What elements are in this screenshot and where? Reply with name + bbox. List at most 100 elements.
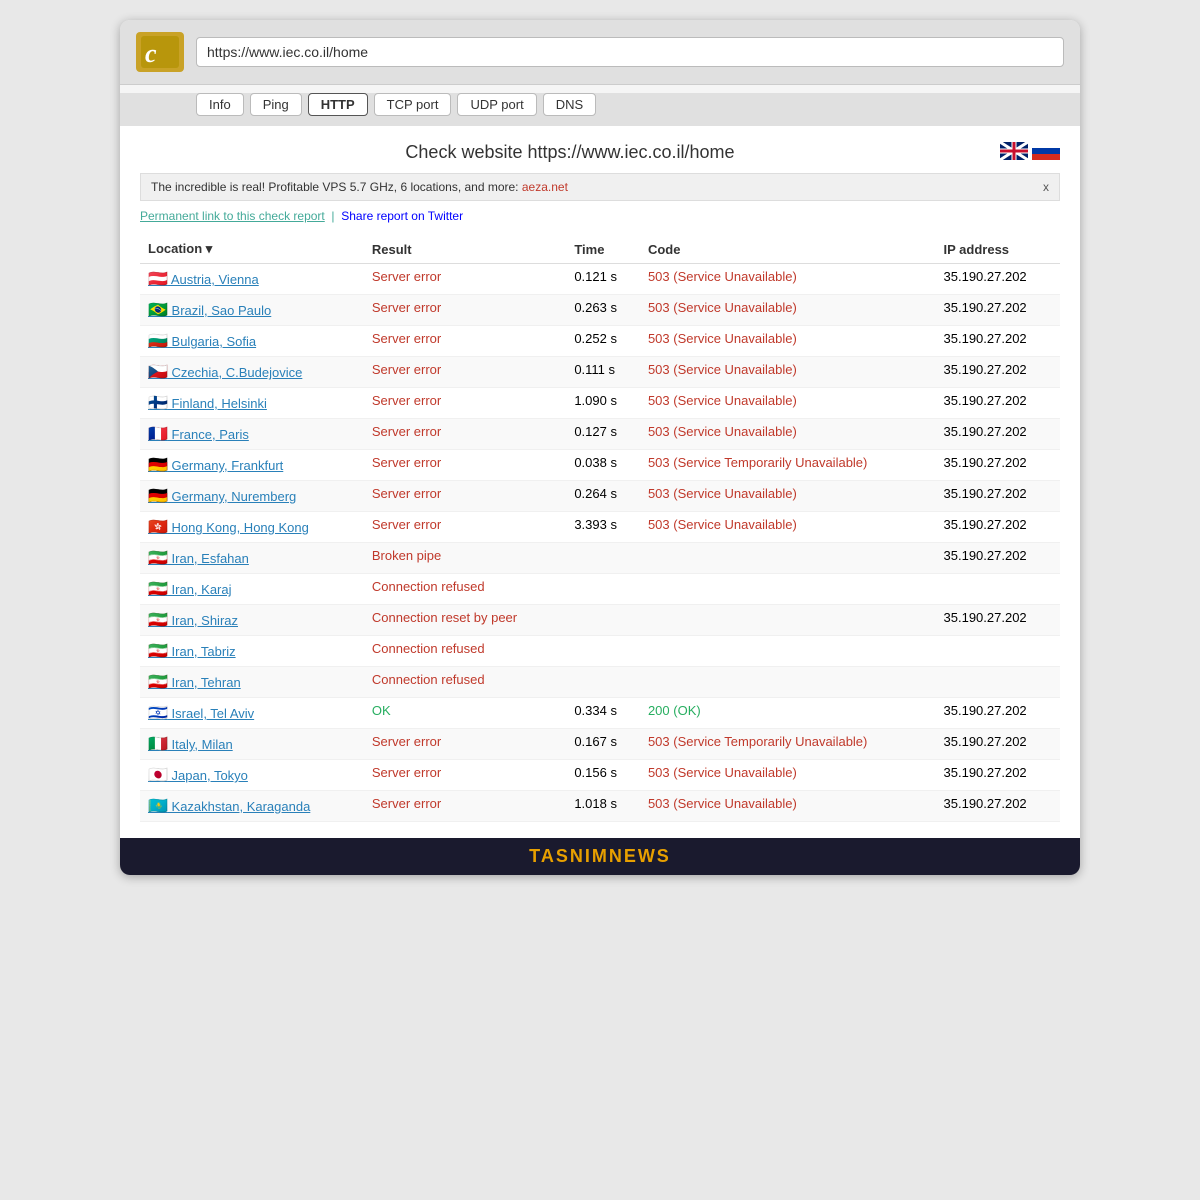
cell-result: Server error <box>364 388 566 419</box>
share-twitter-link[interactable]: on Twitter <box>411 209 463 223</box>
cell-result: Server error <box>364 295 566 326</box>
cell-time <box>566 636 640 667</box>
cell-location[interactable]: 🇮🇷 Iran, Esfahan <box>140 543 364 574</box>
cell-code: 503 (Service Unavailable) <box>640 388 936 419</box>
cell-time <box>566 605 640 636</box>
table-row: 🇮🇷 Iran, Tehran Connection refused <box>140 667 1060 698</box>
ad-link[interactable]: aeza.net <box>522 180 568 194</box>
cell-ip: 35.190.27.202 <box>936 605 1060 636</box>
cell-time: 0.264 s <box>566 481 640 512</box>
table-row: 🇮🇷 Iran, Tabriz Connection refused <box>140 636 1060 667</box>
cell-code <box>640 667 936 698</box>
cell-location[interactable]: 🇩🇪 Germany, Frankfurt <box>140 450 364 481</box>
table-row: 🇮🇷 Iran, Shiraz Connection reset by peer… <box>140 605 1060 636</box>
cell-result: Connection refused <box>364 667 566 698</box>
cell-location[interactable]: 🇫🇮 Finland, Helsinki <box>140 388 364 419</box>
nav-buttons: Info Ping HTTP TCP port UDP port DNS <box>136 93 1064 116</box>
cell-ip: 35.190.27.202 <box>936 450 1060 481</box>
cell-location[interactable]: 🇰🇿 Kazakhstan, Karaganda <box>140 791 364 822</box>
col-ip: IP address <box>936 235 1060 264</box>
table-row: 🇩🇪 Germany, Frankfurt Server error 0.038… <box>140 450 1060 481</box>
cell-code: 503 (Service Unavailable) <box>640 791 936 822</box>
table-row: 🇧🇷 Brazil, Sao Paulo Server error 0.263 … <box>140 295 1060 326</box>
cell-code: 503 (Service Unavailable) <box>640 264 936 295</box>
cell-time: 1.090 s <box>566 388 640 419</box>
cell-ip: 35.190.27.202 <box>936 698 1060 729</box>
cell-time <box>566 574 640 605</box>
col-result: Result <box>364 235 566 264</box>
cell-time: 0.038 s <box>566 450 640 481</box>
dns-button[interactable]: DNS <box>543 93 596 116</box>
table-row: 🇮🇷 Iran, Karaj Connection refused <box>140 574 1060 605</box>
cell-time: 1.018 s <box>566 791 640 822</box>
cell-location[interactable]: 🇦🇹 Austria, Vienna <box>140 264 364 295</box>
table-row: 🇫🇮 Finland, Helsinki Server error 1.090 … <box>140 388 1060 419</box>
russian-flag-icon[interactable] <box>1032 142 1060 160</box>
col-location: Location ▾ <box>140 235 364 264</box>
table-row: 🇮🇹 Italy, Milan Server error 0.167 s 503… <box>140 729 1060 760</box>
cell-code: 503 (Service Unavailable) <box>640 326 936 357</box>
ad-banner: The incredible is real! Profitable VPS 5… <box>140 173 1060 201</box>
info-button[interactable]: Info <box>196 93 244 116</box>
cell-location[interactable]: 🇮🇹 Italy, Milan <box>140 729 364 760</box>
cell-time: 0.121 s <box>566 264 640 295</box>
col-code: Code <box>640 235 936 264</box>
cell-location[interactable]: 🇩🇪 Germany, Nuremberg <box>140 481 364 512</box>
table-row: 🇮🇷 Iran, Esfahan Broken pipe 35.190.27.2… <box>140 543 1060 574</box>
cell-code: 503 (Service Unavailable) <box>640 760 936 791</box>
table-row: 🇭🇰 Hong Kong, Hong Kong Server error 3.3… <box>140 512 1060 543</box>
cell-location[interactable]: 🇧🇷 Brazil, Sao Paulo <box>140 295 364 326</box>
cell-result: Server error <box>364 264 566 295</box>
cell-code: 503 (Service Temporarily Unavailable) <box>640 729 936 760</box>
cell-code <box>640 636 936 667</box>
cell-time: 0.167 s <box>566 729 640 760</box>
cell-location[interactable]: 🇯🇵 Japan, Tokyo <box>140 760 364 791</box>
tasnim-banner: TASNIMNEWS <box>120 838 1080 875</box>
cell-ip: 35.190.27.202 <box>936 481 1060 512</box>
cell-result: Broken pipe <box>364 543 566 574</box>
table-header: Location ▾ Result Time Code IP address <box>140 235 1060 264</box>
cell-location[interactable]: 🇨🇿 Czechia, C.Budejovice <box>140 357 364 388</box>
cell-result: Server error <box>364 326 566 357</box>
cell-code <box>640 574 936 605</box>
cell-time: 0.263 s <box>566 295 640 326</box>
cell-location[interactable]: 🇮🇱 Israel, Tel Aviv <box>140 698 364 729</box>
cell-ip: 35.190.27.202 <box>936 357 1060 388</box>
col-time: Time <box>566 235 640 264</box>
tcp-port-button[interactable]: TCP port <box>374 93 452 116</box>
ad-close-button[interactable]: x <box>1043 180 1049 194</box>
cell-time <box>566 543 640 574</box>
http-button[interactable]: HTTP <box>308 93 368 116</box>
cell-location[interactable]: 🇮🇷 Iran, Shiraz <box>140 605 364 636</box>
cell-time: 0.334 s <box>566 698 640 729</box>
cell-location[interactable]: 🇮🇷 Iran, Tabriz <box>140 636 364 667</box>
cell-location[interactable]: 🇫🇷 France, Paris <box>140 419 364 450</box>
cell-ip: 35.190.27.202 <box>936 791 1060 822</box>
ad-text: The incredible is real! Profitable VPS 5… <box>151 180 568 194</box>
english-flag-icon[interactable] <box>1000 142 1028 160</box>
cell-result: Server error <box>364 357 566 388</box>
cell-ip: 35.190.27.202 <box>936 295 1060 326</box>
cell-result: Connection reset by peer <box>364 605 566 636</box>
permanent-link[interactable]: Permanent link to this check report <box>140 209 325 223</box>
cell-ip: 35.190.27.202 <box>936 419 1060 450</box>
nav-buttons-section: Info Ping HTTP TCP port UDP port DNS <box>120 93 1080 126</box>
browser-window: c Info Ping HTTP TCP port UDP port DNS <box>120 20 1080 875</box>
cell-ip <box>936 667 1060 698</box>
permanent-link-bar: Permanent link to this check report | Sh… <box>140 209 1060 223</box>
cell-time: 0.127 s <box>566 419 640 450</box>
results-table: Location ▾ Result Time Code IP address 🇦… <box>140 235 1060 822</box>
cell-ip: 35.190.27.202 <box>936 729 1060 760</box>
cell-ip: 35.190.27.202 <box>936 264 1060 295</box>
cell-location[interactable]: 🇭🇰 Hong Kong, Hong Kong <box>140 512 364 543</box>
cell-location[interactable]: 🇮🇷 Iran, Tehran <box>140 667 364 698</box>
url-bar[interactable] <box>196 37 1064 67</box>
cell-location[interactable]: 🇧🇬 Bulgaria, Sofia <box>140 326 364 357</box>
table-body: 🇦🇹 Austria, Vienna Server error 0.121 s … <box>140 264 1060 822</box>
ping-button[interactable]: Ping <box>250 93 302 116</box>
table-row: 🇯🇵 Japan, Tokyo Server error 0.156 s 503… <box>140 760 1060 791</box>
cell-result: Server error <box>364 450 566 481</box>
cell-location[interactable]: 🇮🇷 Iran, Karaj <box>140 574 364 605</box>
language-flags <box>1000 142 1060 160</box>
udp-port-button[interactable]: UDP port <box>457 93 536 116</box>
